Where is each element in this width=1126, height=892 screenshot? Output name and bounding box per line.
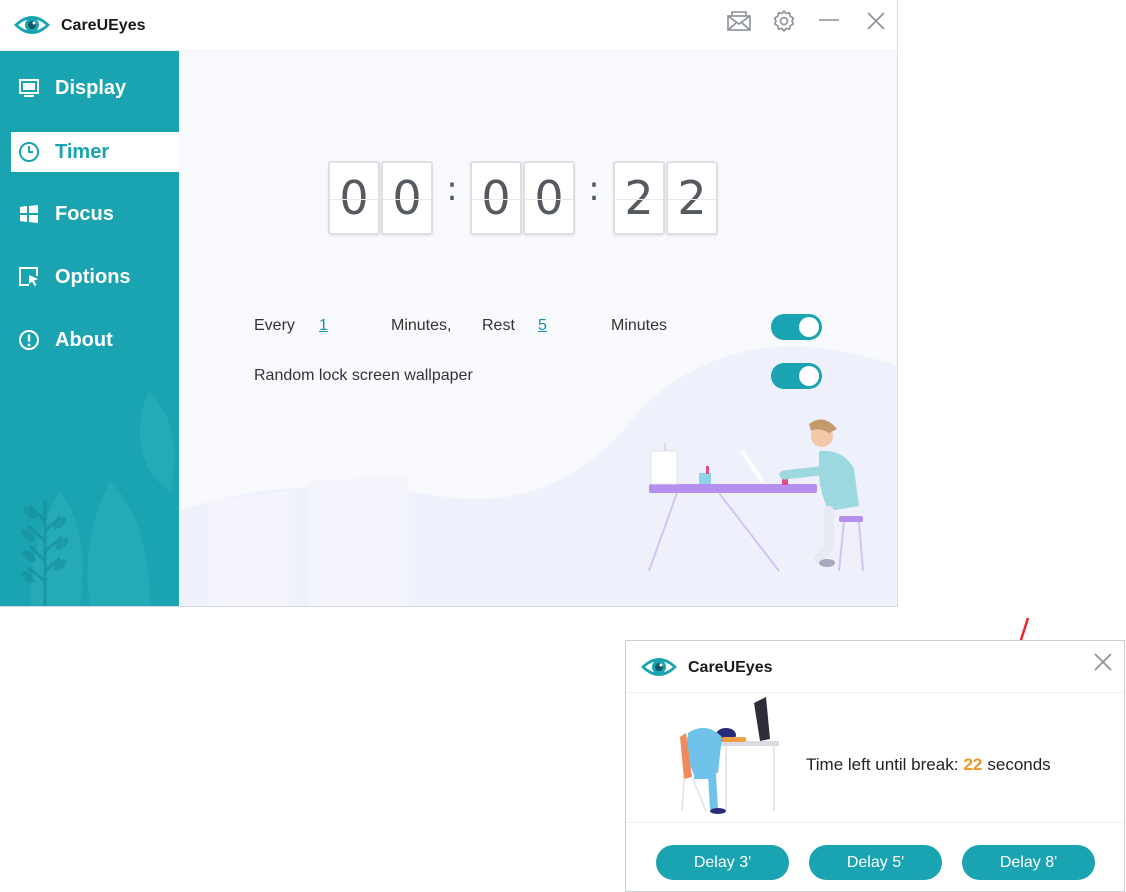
break-countdown-message: Time left until break: 22 seconds [806,755,1051,775]
hours-tens-digit: 0 [328,161,380,235]
minutes-tens-digit: 0 [470,161,522,235]
rest-minutes-link[interactable]: 5 [538,317,547,335]
minutes-ones-digit: 0 [523,161,575,235]
break-reminder-toggle[interactable] [771,314,822,340]
every-label: Every [254,317,295,334]
minimize-button[interactable] [815,8,843,34]
feedback-button[interactable] [725,8,753,34]
delay-3-button[interactable]: Delay 3' [656,845,789,880]
popup-title: CareUEyes [688,659,773,676]
sidebar-item-label: Timer [55,140,110,163]
sidebar-item-about[interactable]: About [11,320,179,360]
minimize-icon [819,19,839,21]
mail-icon [727,11,751,31]
monitor-icon [18,77,40,99]
main-window: CareUEyes Display Timer Focus Options Ab… [0,0,898,607]
sidebar-item-label: Display [55,76,127,99]
delay-8-button[interactable]: Delay 8' [962,845,1095,880]
info-icon [18,329,40,351]
eye-logo-icon [641,658,677,676]
hours-ones-digit: 0 [381,161,433,235]
close-icon [1094,653,1112,671]
wallpaper-label: Random lock screen wallpaper [254,367,473,384]
break-notification-popup: CareUEyes Time left until break: 22 second… [625,640,1125,892]
sidebar-item-timer[interactable]: Timer [11,132,179,172]
clock-separator: : [446,169,458,209]
close-icon [867,12,885,30]
sidebar-item-label: Focus [55,202,114,225]
app-title: CareUEyes [61,17,146,34]
minutes-comma-label: Minutes, [391,317,452,334]
windows-icon [18,203,40,225]
sidebar-item-display[interactable]: Display [11,68,179,108]
timer-panel: 0 0 : 0 0 : 2 2 Every 1 Minutes, Rest 5 … [179,51,897,606]
popup-close-button[interactable] [1092,651,1114,673]
wallpaper-toggle[interactable] [771,363,822,389]
sidebar-item-focus[interactable]: Focus [11,194,179,234]
delay-5-button[interactable]: Delay 5' [809,845,942,880]
sidebar: Display Timer Focus Options About [0,51,179,606]
sidebar-item-options[interactable]: Options [11,257,179,297]
seconds-left-value: 22 [963,755,983,774]
clock-separator: : [588,169,600,209]
settings-button[interactable] [770,8,798,34]
popup-header: CareUEyes [626,641,1124,693]
work-minutes-link[interactable]: 1 [319,317,328,335]
gear-icon [773,10,795,32]
cursor-window-icon [18,266,40,288]
message-suffix: seconds [987,755,1051,774]
sidebar-item-label: About [55,328,113,351]
seconds-ones-digit: 2 [666,161,718,235]
popup-divider [626,822,1124,823]
minutes-label: Minutes [611,317,668,334]
titlebar: CareUEyes [0,0,897,51]
close-button[interactable] [862,8,890,34]
clock-icon [18,141,40,163]
rest-label: Rest [482,317,515,334]
toggle-knob [799,317,819,337]
message-prefix: Time left until break: [806,755,959,774]
seconds-tens-digit: 2 [613,161,665,235]
sidebar-item-label: Options [55,265,131,288]
eye-logo-icon [14,16,50,34]
toggle-knob [799,366,819,386]
tired-worker-illustration [680,697,779,814]
